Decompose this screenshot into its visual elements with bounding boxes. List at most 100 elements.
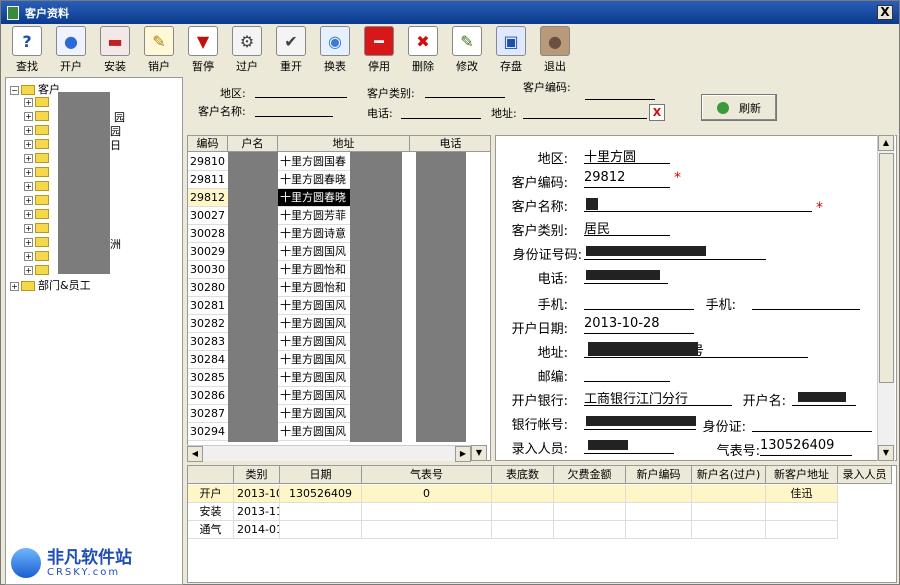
tree-node-customer-group[interactable]: + [24, 235, 52, 249]
history-cell-type[interactable]: 开户 [188, 485, 234, 503]
scroll-left-icon[interactable]: ◀ [187, 446, 203, 462]
collapse-icon[interactable]: − [10, 85, 19, 95]
grid-cell-address[interactable]: 十里方圆芳菲 [278, 207, 350, 225]
detail-bank-value[interactable]: 工商银行江门分行 [584, 388, 732, 407]
tree-node-customer-group[interactable]: + [24, 263, 52, 277]
grid-cell-address[interactable]: 十里方圆怡和 [278, 279, 350, 297]
tree-node-customer-group[interactable]: + [24, 95, 52, 109]
toolbar-button-2[interactable]: ▬ 安装 [93, 26, 137, 74]
clear-filter-button[interactable]: X [649, 104, 665, 121]
expand-icon[interactable]: + [24, 223, 33, 233]
expand-icon[interactable]: + [24, 125, 33, 135]
toolbar-button-7[interactable]: ◉ 换表 [313, 26, 357, 74]
history-cell-entry[interactable] [766, 503, 838, 521]
detail-meter-value[interactable]: 130526409 [760, 438, 852, 456]
expand-icon[interactable]: + [24, 237, 33, 247]
history-cell-meter[interactable]: 130526409 [280, 485, 362, 503]
tree-node-customer-group[interactable]: + [24, 165, 52, 179]
scroll-down-icon[interactable]: ▼ [471, 445, 487, 461]
toolbar-button-6[interactable]: ✔ 重开 [269, 26, 313, 74]
history-cell-new_addr[interactable] [692, 485, 766, 503]
grid-cell-address[interactable]: 十里方圆怡和 [278, 261, 350, 279]
history-header[interactable]: 欠费金额 [554, 466, 626, 484]
grid-cell-code[interactable]: 30286 [188, 387, 228, 405]
expand-icon[interactable]: + [24, 265, 33, 275]
tree-node-customer-group[interactable]: + [24, 193, 52, 207]
grid-cell-address[interactable]: 十里方圆国风 [278, 243, 350, 261]
detail-open-date-value[interactable]: 2013-10-28 [584, 316, 694, 334]
tree-node-customer-group[interactable]: + [24, 151, 52, 165]
history-header[interactable]: 气表号 [362, 466, 492, 484]
expand-icon[interactable]: + [24, 153, 33, 163]
scroll-up-icon[interactable]: ▲ [878, 135, 894, 151]
expand-icon[interactable]: + [24, 195, 33, 205]
history-cell-arrears[interactable] [492, 503, 554, 521]
history-header[interactable]: 新客户地址 [766, 466, 838, 484]
grid-header-address[interactable]: 地址 [278, 136, 410, 152]
tree-node-customer-group[interactable]: + [24, 221, 52, 235]
toolbar-button-8[interactable]: ━ 停用 [357, 26, 401, 74]
filter-phone-input[interactable] [401, 107, 481, 119]
expand-icon[interactable]: + [24, 167, 33, 177]
history-cell-date[interactable]: 2014-01-17 [234, 521, 280, 539]
toolbar-button-10[interactable]: ✎ 修改 [445, 26, 489, 74]
history-cell-arrears[interactable] [492, 485, 554, 503]
history-header[interactable]: 新户编码 [626, 466, 692, 484]
scroll-right-icon[interactable]: ▶ [455, 446, 471, 462]
toolbar-button-5[interactable]: ⚙ 过户 [225, 26, 269, 74]
detail-id2-value[interactable] [752, 414, 872, 432]
filter-region-input[interactable] [255, 86, 347, 98]
grid-cell-address[interactable]: 十里方圆诗意 [278, 225, 350, 243]
detail-type-value[interactable]: 居民 [584, 218, 670, 237]
history-cell-new_addr[interactable] [692, 521, 766, 539]
detail-region-value[interactable]: 十里方圆 [584, 146, 670, 165]
tree-node-staff[interactable]: + 部门&员工 [10, 277, 91, 292]
history-cell-type[interactable]: 安装 [188, 503, 234, 521]
history-cell-date[interactable]: 2013-10-28 [234, 485, 280, 503]
history-header[interactable]: 日期 [280, 466, 362, 484]
detail-zip-value[interactable] [584, 364, 670, 382]
grid-cell-code[interactable]: 30281 [188, 297, 228, 315]
grid-cell-code[interactable]: 30285 [188, 369, 228, 387]
toolbar-button-11[interactable]: ▣ 存盘 [489, 26, 533, 74]
toolbar-button-9[interactable]: ✖ 删除 [401, 26, 445, 74]
grid-cell-address[interactable]: 十里方圆国风 [278, 333, 350, 351]
history-cell-base[interactable]: 0 [362, 485, 492, 503]
tree-node-customer-group[interactable]: + [24, 123, 52, 137]
grid-cell-code[interactable]: 30030 [188, 261, 228, 279]
grid-cell-code[interactable]: 30028 [188, 225, 228, 243]
grid-cell-code[interactable]: 30280 [188, 279, 228, 297]
grid-horizontal-scrollbar[interactable]: ◀ ▶ [187, 445, 471, 462]
tree-node-customer-group[interactable]: + [24, 179, 52, 193]
expand-icon[interactable]: + [24, 139, 33, 149]
toolbar-button-12[interactable]: ● 退出 [533, 26, 577, 74]
detail-name-value[interactable] [584, 194, 812, 212]
expand-icon[interactable]: + [24, 209, 33, 219]
scroll-down-icon[interactable]: ▼ [878, 445, 894, 461]
tree-node-customer-group[interactable]: + [24, 249, 52, 263]
history-cell-new_name[interactable] [626, 485, 692, 503]
history-header[interactable]: 新户名(过户) [692, 466, 766, 484]
grid-header-code[interactable]: 编码 [188, 136, 228, 152]
tree-node-customer-group[interactable]: + [24, 137, 52, 151]
grid-cell-address[interactable]: 十里方圆国风 [278, 297, 350, 315]
grid-cell-address[interactable]: 十里方圆国风 [278, 387, 350, 405]
tree-node-customer-group[interactable]: + [24, 109, 52, 123]
history-cell-meter[interactable] [280, 503, 362, 521]
tree-node-customers[interactable]: − 客户 [10, 81, 60, 96]
grid-cell-address[interactable]: 十里方圆国风 [278, 405, 350, 423]
grid-cell-address[interactable]: 十里方圆国风 [278, 351, 350, 369]
expand-icon[interactable]: + [24, 181, 33, 191]
grid-cell-code[interactable]: 30029 [188, 243, 228, 261]
expand-icon[interactable]: + [24, 251, 33, 261]
grid-header-phone[interactable]: 电话 [410, 136, 490, 152]
toolbar-button-0[interactable]: ? 查找 [5, 26, 49, 74]
toolbar-button-4[interactable]: ▼ 暂停 [181, 26, 225, 74]
history-cell-base[interactable] [362, 521, 492, 539]
history-cell-new_addr[interactable] [692, 503, 766, 521]
grid-cell-code[interactable]: 29812 [188, 189, 228, 207]
grid-cell-code[interactable]: 30294 [188, 423, 228, 441]
history-cell-new_code[interactable] [554, 521, 626, 539]
grid-cell-address[interactable]: 十里方圆春晓 [278, 189, 350, 207]
history-cell-meter[interactable] [280, 521, 362, 539]
